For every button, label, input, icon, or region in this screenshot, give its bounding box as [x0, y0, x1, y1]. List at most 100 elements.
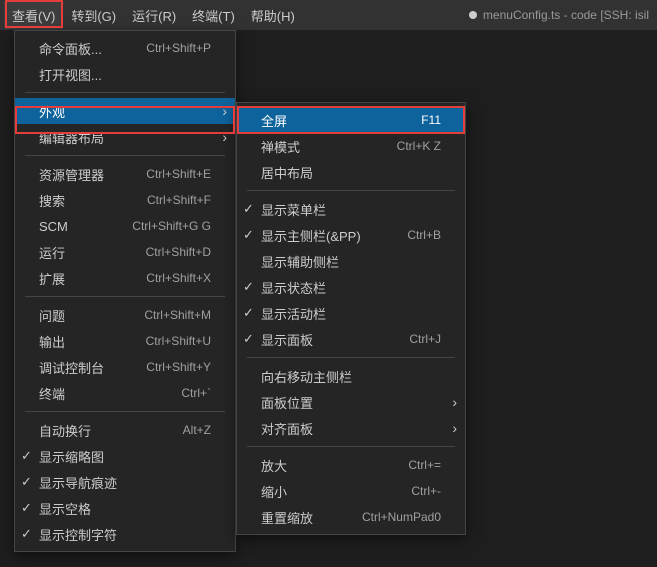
view-menu-item[interactable]: 外观 ›: [15, 98, 235, 124]
chevron-right-icon: ›: [222, 129, 227, 145]
menu-separator: [247, 357, 455, 358]
menu-item-shortcut: Ctrl+=: [408, 458, 441, 472]
appearance-menu-item[interactable]: ✓ 显示活动栏: [237, 300, 465, 326]
menu-item-label: 向右移动主侧栏: [261, 367, 441, 386]
appearance-menu-item[interactable]: 缩小 Ctrl+-: [237, 478, 465, 504]
menu-item-label: 居中布局: [261, 163, 441, 182]
view-menu-item[interactable]: 资源管理器Ctrl+Shift+E: [15, 161, 235, 187]
appearance-menu-item[interactable]: ✓显示面板Ctrl+J: [237, 326, 465, 352]
menubar-item-help[interactable]: 帮助(H): [243, 2, 303, 29]
check-icon: ✓: [243, 201, 254, 217]
menu-item-label: 面板位置: [261, 393, 441, 412]
appearance-menu-item[interactable]: ✓ 显示状态栏: [237, 274, 465, 300]
menu-item-shortcut: Ctrl+Shift+Y: [146, 360, 211, 374]
appearance-menu-item[interactable]: 居中布局: [237, 159, 465, 185]
menu-item-label: 外观: [39, 102, 211, 121]
menu-item-label: 显示面板: [261, 330, 393, 349]
menu-item-label: 打开视图...: [39, 65, 211, 84]
view-menu-item[interactable]: ✓显示空格: [15, 495, 235, 521]
appearance-menu-item[interactable]: ✓显示菜单栏: [237, 196, 465, 222]
menubar-item-terminal[interactable]: 终端(T): [184, 2, 243, 29]
appearance-menu-item[interactable]: ✓显示主侧栏(&PP)Ctrl+B: [237, 222, 465, 248]
view-menu-item[interactable]: 终端Ctrl+`: [15, 380, 235, 406]
appearance-menu-item[interactable]: 向右移动主侧栏: [237, 363, 465, 389]
menu-item-label: 全屏: [261, 111, 405, 130]
view-menu-item[interactable]: ✓显示导航痕迹: [15, 469, 235, 495]
menubar-item-run[interactable]: 运行(R): [124, 2, 184, 29]
menu-item-label: 放大: [261, 456, 392, 475]
menu-item-label: 运行: [39, 243, 130, 262]
menu-item-shortcut: Ctrl+J: [409, 332, 441, 346]
menu-item-label: 禅模式: [261, 137, 381, 156]
menu-item-label: 显示控制字符: [39, 525, 211, 544]
appearance-menu-item[interactable]: 显示辅助侧栏: [237, 248, 465, 274]
check-icon: ✓: [243, 279, 254, 295]
menu-item-label: 显示辅助侧栏: [261, 252, 441, 271]
view-menu-item[interactable]: 命令面板... Ctrl+Shift+P: [15, 35, 235, 61]
menu-item-label: 显示状态栏: [261, 278, 441, 297]
view-menu-item[interactable]: SCMCtrl+Shift+G G: [15, 213, 235, 239]
check-icon: ✓: [21, 500, 32, 516]
appearance-menu-item[interactable]: 放大 Ctrl+=: [237, 452, 465, 478]
modified-dot-icon: [469, 11, 477, 19]
menu-item-shortcut: Ctrl+`: [181, 386, 211, 400]
menu-item-label: 编辑器布局: [39, 128, 211, 147]
menu-item-shortcut: F11: [421, 113, 441, 127]
menu-item-label: 扩展: [39, 269, 130, 288]
check-icon: ✓: [243, 305, 254, 321]
menu-separator: [247, 190, 455, 191]
menu-item-label: SCM: [39, 219, 116, 234]
view-menu-item[interactable]: 搜索Ctrl+Shift+F: [15, 187, 235, 213]
menubar-item-go[interactable]: 转到(G): [63, 2, 124, 29]
view-menu-item[interactable]: ✓ 显示缩略图: [15, 443, 235, 469]
menu-item-shortcut: Ctrl+Shift+P: [146, 41, 211, 55]
menu-item-shortcut: Ctrl+Shift+M: [144, 308, 211, 322]
menu-separator: [247, 446, 455, 447]
menu-separator: [25, 92, 225, 93]
menu-item-shortcut: Ctrl+Shift+F: [147, 193, 211, 207]
window-title: menuConfig.ts - code [SSH: isil: [469, 0, 657, 30]
menu-item-label: 显示导航痕迹: [39, 473, 211, 492]
menubar-item-view[interactable]: 查看(V): [4, 2, 63, 29]
view-menu-item[interactable]: ✓ 显示控制字符: [15, 521, 235, 547]
appearance-menu-item[interactable]: 重置缩放 Ctrl+NumPad0: [237, 504, 465, 530]
view-menu-item[interactable]: 问题Ctrl+Shift+M: [15, 302, 235, 328]
menu-item-label: 显示主侧栏(&PP): [261, 226, 391, 245]
appearance-menu-item[interactable]: 对齐面板 ›: [237, 415, 465, 441]
menu-item-label: 命令面板...: [39, 39, 130, 58]
view-menu-item[interactable]: 输出Ctrl+Shift+U: [15, 328, 235, 354]
chevron-right-icon: ›: [452, 420, 457, 436]
menu-item-label: 自动换行: [39, 421, 167, 440]
menu-item-shortcut: Ctrl+Shift+U: [146, 334, 211, 348]
menu-item-label: 重置缩放: [261, 508, 346, 527]
menu-item-shortcut: Ctrl+B: [407, 228, 441, 242]
check-icon: ✓: [21, 526, 32, 542]
menu-item-label: 调试控制台: [39, 358, 130, 377]
chevron-right-icon: ›: [452, 394, 457, 410]
menu-item-label: 对齐面板: [261, 419, 441, 438]
menu-separator: [25, 155, 225, 156]
view-menu-item[interactable]: 运行Ctrl+Shift+D: [15, 239, 235, 265]
appearance-menu-item[interactable]: 面板位置 ›: [237, 389, 465, 415]
menu-item-label: 显示缩略图: [39, 447, 211, 466]
menu-item-label: 资源管理器: [39, 165, 130, 184]
menu-item-shortcut: Ctrl+NumPad0: [362, 510, 441, 524]
view-menu-dropdown: 命令面板... Ctrl+Shift+P 打开视图... 外观 › 编辑器布局 › 资源管理器…: [14, 30, 236, 552]
menu-item-shortcut: Ctrl+K Z: [397, 139, 441, 153]
view-menu-item[interactable]: 自动换行 Alt+Z: [15, 417, 235, 443]
menu-separator: [25, 296, 225, 297]
view-menu-item[interactable]: 扩展 Ctrl+Shift+X: [15, 265, 235, 291]
menu-item-shortcut: Alt+Z: [183, 423, 211, 437]
chevron-right-icon: ›: [222, 103, 227, 119]
appearance-menu-item[interactable]: 全屏 F11: [237, 107, 465, 133]
check-icon: ✓: [21, 448, 32, 464]
menu-item-shortcut: Ctrl+Shift+X: [146, 271, 211, 285]
menu-item-label: 显示活动栏: [261, 304, 441, 323]
title-text: menuConfig.ts - code [SSH: isil: [483, 8, 649, 22]
appearance-menu-item[interactable]: 禅模式 Ctrl+K Z: [237, 133, 465, 159]
view-menu-item[interactable]: 调试控制台 Ctrl+Shift+Y: [15, 354, 235, 380]
menu-item-label: 缩小: [261, 482, 395, 501]
view-menu-item[interactable]: 编辑器布局 ›: [15, 124, 235, 150]
view-menu-item[interactable]: 打开视图...: [15, 61, 235, 87]
menu-item-shortcut: Ctrl+-: [411, 484, 441, 498]
